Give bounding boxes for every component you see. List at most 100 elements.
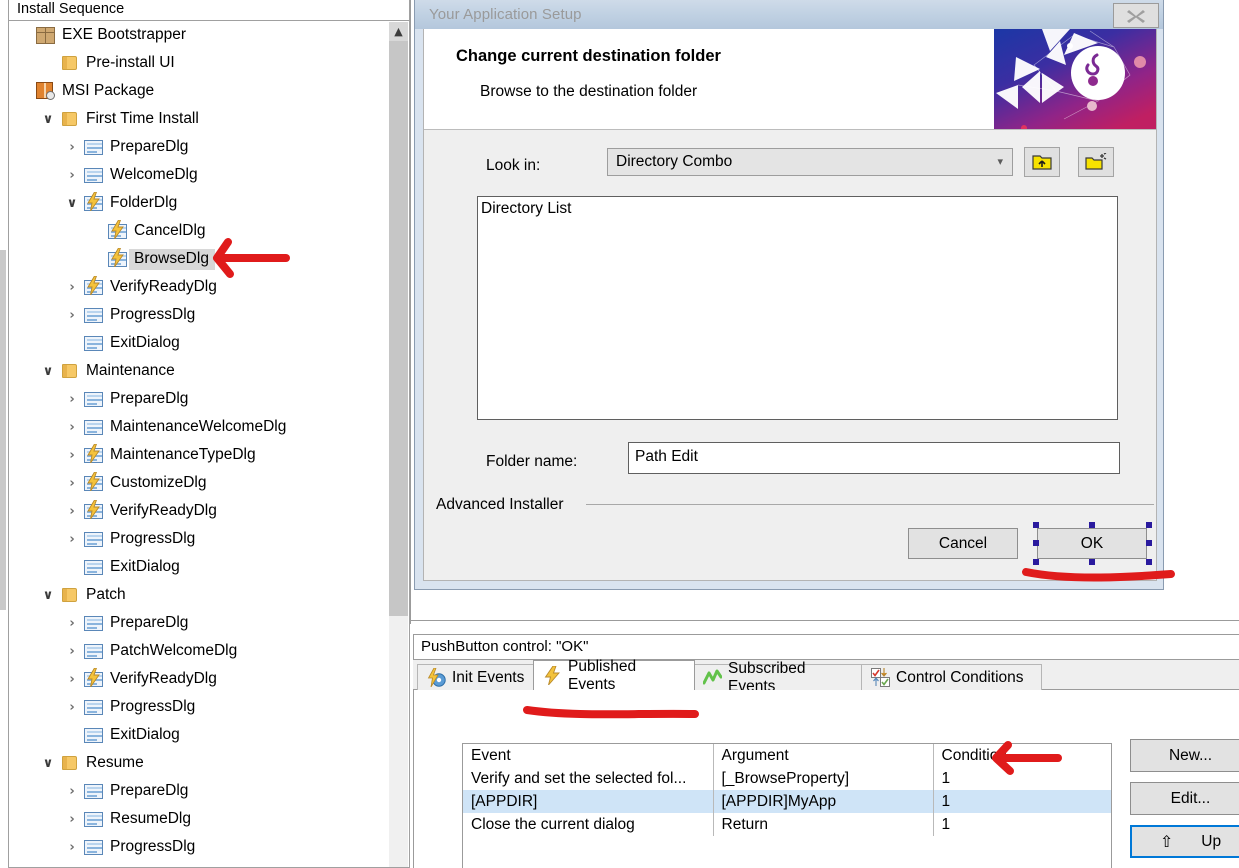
resize-handle[interactable] bbox=[1089, 522, 1095, 528]
tree-item-resumedlg[interactable]: › ResumeDlg bbox=[9, 805, 409, 833]
tree-item-browsedlg[interactable]: BrowseDlg bbox=[9, 245, 409, 273]
install-sequence-tree[interactable]: EXE Bootstrapper Pre-install UI MSI Pack… bbox=[8, 21, 410, 868]
tree-item-pre-install ui[interactable]: Pre-install UI bbox=[9, 49, 409, 77]
close-icon[interactable] bbox=[1113, 3, 1159, 28]
tree-item-progressdlg[interactable]: › ProgressDlg bbox=[9, 693, 409, 721]
folder-up-button[interactable] bbox=[1024, 147, 1060, 177]
dialog-icon bbox=[83, 697, 105, 717]
dialog-icon bbox=[83, 557, 105, 577]
dialog-preview-canvas[interactable]: Your Application Setup Change current de… bbox=[410, 0, 1239, 624]
tree-item-canceldlg[interactable]: CancelDlg bbox=[9, 217, 409, 245]
chevron-right-icon[interactable]: › bbox=[61, 449, 83, 462]
tree-item-progressdlg[interactable]: › ProgressDlg bbox=[9, 833, 409, 861]
chevron-right-icon[interactable]: › bbox=[61, 813, 83, 826]
resize-handle[interactable] bbox=[1146, 559, 1152, 565]
chevron-right-icon[interactable]: › bbox=[61, 169, 83, 182]
cell-condition: 1 bbox=[941, 815, 951, 833]
table-row[interactable]: Verify and set the selected fol... [_Brow… bbox=[463, 767, 1111, 790]
look-in-combo[interactable]: Directory Combo ▾ bbox=[607, 148, 1013, 176]
cell-argument: Return bbox=[713, 813, 934, 836]
chevron-down-icon[interactable]: ∨ bbox=[37, 365, 59, 378]
new-button[interactable]: New... bbox=[1130, 739, 1239, 772]
chevron-right-icon[interactable]: › bbox=[61, 281, 83, 294]
tab-label: Published Events bbox=[568, 657, 637, 693]
directory-list[interactable]: Directory List bbox=[477, 196, 1118, 420]
tree-item-preparedlg[interactable]: › PrepareDlg bbox=[9, 133, 409, 161]
chevron-right-icon[interactable]: › bbox=[61, 141, 83, 154]
path-edit-field[interactable]: Path Edit bbox=[628, 442, 1120, 474]
ok-button[interactable]: OK bbox=[1037, 528, 1147, 559]
chevron-right-icon[interactable]: › bbox=[61, 477, 83, 490]
move-up-button[interactable]: ⇧ Up bbox=[1130, 825, 1239, 858]
tree-item-label: ExitDialog bbox=[110, 334, 180, 351]
chevron-right-icon[interactable]: › bbox=[61, 617, 83, 630]
cancel-button[interactable]: Cancel bbox=[908, 528, 1018, 559]
events-table[interactable]: Event Argument Condition Verify and set … bbox=[462, 743, 1112, 868]
tab-published-events[interactable]: Published Events bbox=[533, 658, 695, 693]
tab-subscribed-events[interactable]: Subscribed Events bbox=[693, 660, 863, 695]
tree-item-exitdialog[interactable]: ExitDialog bbox=[9, 553, 409, 581]
chevron-right-icon[interactable]: › bbox=[61, 309, 83, 322]
tree-item-customizedlg[interactable]: › CustomizeDlg bbox=[9, 469, 409, 497]
chevron-down-icon[interactable]: ∨ bbox=[37, 589, 59, 602]
events-tabstrip[interactable]: Init Events Published Events Subscribed Ev… bbox=[413, 658, 1239, 695]
chevron-right-icon[interactable]: › bbox=[61, 673, 83, 686]
dialog-event-icon bbox=[107, 220, 129, 241]
chevron-down-icon[interactable]: ∨ bbox=[61, 197, 83, 210]
tree-item-exe bootstrapper[interactable]: EXE Bootstrapper bbox=[9, 21, 409, 49]
tab-control-conditions[interactable]: Control Conditions bbox=[861, 664, 1042, 690]
tree-item-patchwelcomedlg[interactable]: › PatchWelcomeDlg bbox=[9, 637, 409, 665]
tree-item-maintenance[interactable]: ∨ Maintenance bbox=[9, 357, 409, 385]
resize-handle[interactable] bbox=[1033, 540, 1039, 546]
new-folder-button[interactable] bbox=[1078, 147, 1114, 177]
chevron-right-icon[interactable]: › bbox=[61, 701, 83, 714]
tree-item-label: ProgressDlg bbox=[110, 838, 196, 855]
resize-handle[interactable] bbox=[1146, 540, 1152, 546]
tree-item-verifyreadydlg[interactable]: › VerifyReadyDlg bbox=[9, 497, 409, 525]
table-row[interactable]: [APPDIR] [APPDIR]MyApp 1 bbox=[463, 790, 1111, 813]
tree-item-resume[interactable]: ∨ Resume bbox=[9, 749, 409, 777]
panel-resize-strip[interactable] bbox=[0, 250, 6, 610]
scroll-up-button[interactable]: ▲ bbox=[389, 22, 408, 41]
cell-argument: [APPDIR]MyApp bbox=[713, 790, 934, 813]
tree-item-msi package[interactable]: MSI Package bbox=[9, 77, 409, 105]
chevron-right-icon[interactable]: › bbox=[61, 421, 83, 434]
chevron-right-icon[interactable]: › bbox=[61, 841, 83, 854]
tab-init-events[interactable]: Init Events bbox=[417, 664, 535, 690]
tree-item-patch[interactable]: ∨ Patch bbox=[9, 581, 409, 609]
resize-handle[interactable] bbox=[1033, 559, 1039, 565]
tree-item-maintenancetypedlg[interactable]: › MaintenanceTypeDlg bbox=[9, 441, 409, 469]
chevron-right-icon[interactable]: › bbox=[61, 785, 83, 798]
chevron-right-icon[interactable]: › bbox=[61, 645, 83, 658]
chevron-down-icon[interactable]: ∨ bbox=[37, 757, 59, 770]
scrollbar-thumb[interactable] bbox=[389, 41, 408, 616]
tree-item-verifyreadydlg[interactable]: › VerifyReadyDlg bbox=[9, 665, 409, 693]
tree-item-progressdlg[interactable]: › ProgressDlg bbox=[9, 301, 409, 329]
tree-scrollbar[interactable]: ▲ bbox=[389, 22, 408, 867]
tree-item-folderdlg[interactable]: ∨ FolderDlg bbox=[9, 189, 409, 217]
tree-item-maintenancewelcomedlg[interactable]: › MaintenanceWelcomeDlg bbox=[9, 413, 409, 441]
table-row[interactable]: Close the current dialog Return 1 bbox=[463, 813, 1111, 836]
dialog-title: Your Application Setup bbox=[429, 6, 582, 23]
dialog-icon bbox=[83, 529, 105, 549]
tree-item-verifyreadydlg[interactable]: › VerifyReadyDlg bbox=[9, 273, 409, 301]
resize-handle[interactable] bbox=[1033, 522, 1039, 528]
tree-item-progressdlg[interactable]: › ProgressDlg bbox=[9, 525, 409, 553]
tree-item-exitdialog[interactable]: ExitDialog bbox=[9, 329, 409, 357]
tree-item-preparedlg[interactable]: › PrepareDlg bbox=[9, 609, 409, 637]
tree-item-exitdialog[interactable]: ExitDialog bbox=[9, 721, 409, 749]
chevron-right-icon[interactable]: › bbox=[61, 505, 83, 518]
tree-item-welcomedlg[interactable]: › WelcomeDlg bbox=[9, 161, 409, 189]
tree-item-preparedlg[interactable]: › PrepareDlg bbox=[9, 385, 409, 413]
chevron-down-icon[interactable]: ∨ bbox=[37, 113, 59, 126]
tree-item-first time install[interactable]: ∨ First Time Install bbox=[9, 105, 409, 133]
tree-item-preparedlg[interactable]: › PrepareDlg bbox=[9, 777, 409, 805]
subscribed-events-icon bbox=[702, 668, 723, 687]
lightning-bolt-icon bbox=[87, 276, 100, 295]
edit-button[interactable]: Edit... bbox=[1130, 782, 1239, 815]
chevron-right-icon[interactable]: › bbox=[61, 393, 83, 406]
chevron-right-icon[interactable]: › bbox=[61, 533, 83, 546]
resize-handle[interactable] bbox=[1146, 522, 1152, 528]
resize-handle[interactable] bbox=[1089, 559, 1095, 565]
